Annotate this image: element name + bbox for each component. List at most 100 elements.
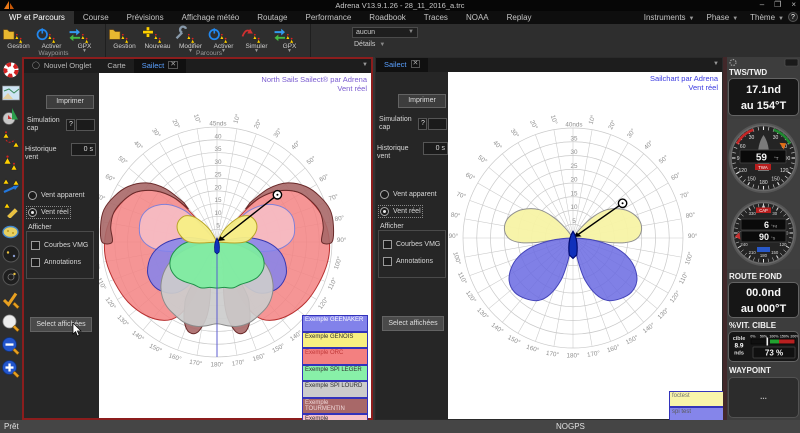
instruments-sidebar: TWS/TWD17.1ndau 154°T3030606090901201201…: [727, 57, 800, 420]
map-chart-icon[interactable]: [1, 83, 21, 103]
legend-item-exemple-geenaker[interactable]: Exemple GEENAKER: [302, 315, 368, 332]
svg-text:60°: 60°: [670, 170, 683, 182]
waypoint-red-arrow-icon[interactable]: [1, 129, 21, 149]
svg-text:180°: 180°: [566, 352, 580, 360]
legend-item-exemple-genois[interactable]: Exemple GENOIS: [302, 332, 368, 349]
radio-selected-icon: [28, 208, 37, 217]
menu-tab-course[interactable]: Course: [74, 11, 118, 24]
print-button[interactable]: Imprimer: [46, 95, 94, 109]
mouse-cursor: [72, 323, 82, 337]
checkbox-annotations[interactable]: Annotations: [31, 258, 81, 267]
tab-nouvel-onglet[interactable]: ◯Nouvel Onglet: [24, 59, 99, 73]
panel-menu-caret-icon[interactable]: ▼: [713, 61, 719, 67]
simulation-help[interactable]: ?: [66, 119, 75, 131]
menu-tab-pr-visions[interactable]: Prévisions: [118, 11, 173, 24]
svg-text:160°: 160°: [168, 351, 183, 363]
zoom-in-icon[interactable]: [1, 359, 21, 379]
left-sail-chart[interactable]: 51015202530354045nds10°10°20°20°30°30°40…: [99, 73, 371, 418]
minimize-button[interactable]: –: [760, 0, 764, 9]
svg-text:40: 40: [214, 133, 222, 140]
help-button[interactable]: ?: [788, 12, 798, 22]
legend-item-exemple-tourmentin[interactable]: Exemple TOURMENTIN: [302, 398, 368, 415]
select-displayed-button[interactable]: Select affichées: [30, 317, 92, 332]
simulation-cap-input[interactable]: [76, 119, 95, 131]
ribbon-button-waypoints-activer[interactable]: Activer: [35, 24, 68, 53]
adrena-window: Adrena V13.9.1.26 - 28_11_2016_a.trc – ❐…: [0, 0, 800, 433]
ribbon-button-waypoints-gpx[interactable]: GPX▼: [68, 24, 101, 53]
dark-dial-1-icon[interactable]: [1, 244, 21, 264]
compass-sail-icon[interactable]: [1, 106, 21, 126]
menu-instruments[interactable]: Instruments▼: [644, 13, 695, 22]
menu-tab-wp-et-parcours[interactable]: WP et Parcours: [0, 11, 74, 24]
waypoint-pen-icon[interactable]: [1, 198, 21, 218]
ribbon-button-parcours-gestion[interactable]: Gestion: [108, 24, 141, 53]
course-select[interactable]: aucun▼: [352, 27, 418, 38]
menu-tab-affichage-m-t-o[interactable]: Affichage météo: [173, 11, 249, 24]
svg-text:180°: 180°: [210, 361, 224, 369]
waypoint-pair-icon[interactable]: [1, 152, 21, 172]
svg-text:170°: 170°: [189, 358, 204, 368]
details-dropdown[interactable]: Détails▼: [354, 41, 385, 48]
display-groupbox: [26, 231, 94, 279]
tab-sailect[interactable]: Sailect✕: [376, 58, 428, 72]
ribbon-button-parcours-nouveau[interactable]: Nouveau: [141, 24, 174, 53]
svg-text:80°: 80°: [685, 210, 696, 219]
history-wind-input[interactable]: 0 s: [423, 142, 448, 155]
ribbon-button-parcours-simuler[interactable]: Simuler▼: [240, 24, 273, 53]
menu-tab-traces[interactable]: Traces: [415, 11, 457, 24]
checkbox-courbes-vmg[interactable]: Courbes VMG: [31, 241, 88, 250]
cap-value-1: 6: [764, 220, 769, 230]
ribbon-button-parcours-gpx[interactable]: GPX▼: [273, 24, 306, 53]
dark-dial-2-icon[interactable]: [1, 267, 21, 287]
waypoint-blue-arrow-icon[interactable]: [1, 175, 21, 195]
close-button[interactable]: ×: [791, 0, 796, 9]
tab-carte[interactable]: Carte: [99, 59, 133, 73]
ribbon-button-waypoints-gestion[interactable]: Gestion: [2, 24, 35, 53]
legend-item-exemple-spi-lourd[interactable]: Exemple SPI LOURD: [302, 381, 368, 398]
svg-text:35: 35: [214, 146, 222, 153]
menu-tab-routage[interactable]: Routage: [248, 11, 296, 24]
simulation-help[interactable]: ?: [418, 118, 427, 130]
lifebuoy-icon[interactable]: [1, 60, 21, 80]
radio-vent-reel[interactable]: Vent réel: [380, 207, 421, 216]
menu-th-me[interactable]: Thème▼: [750, 13, 784, 22]
svg-text:160°: 160°: [252, 351, 267, 363]
checkbox-courbes-vmg[interactable]: Courbes VMG: [383, 240, 440, 249]
svg-text:110°: 110°: [677, 270, 690, 285]
sponge-polar-icon[interactable]: [1, 221, 21, 241]
wrench-icon: [174, 25, 198, 44]
menu-tab-noaa[interactable]: NOAA: [457, 11, 498, 24]
chart-legend: foctestspi test: [669, 391, 729, 423]
legend-item-exemple-orc[interactable]: Exemple ORC: [302, 348, 368, 365]
simulation-cap-input[interactable]: [428, 118, 447, 130]
svg-text:45nds: 45nds: [209, 121, 226, 128]
right-sail-chart[interactable]: 510152025303540nds10°10°20°20°30°30°40°4…: [448, 72, 722, 419]
legend-item-foctest[interactable]: foctest: [669, 391, 729, 407]
print-button[interactable]: Imprimer: [398, 94, 446, 108]
close-tab-icon[interactable]: ✕: [411, 60, 421, 68]
panel-menu-caret-icon[interactable]: ▼: [362, 62, 368, 68]
radio-vent-apparent[interactable]: Vent apparent: [380, 190, 437, 199]
history-wind-input[interactable]: 0 s: [71, 143, 96, 156]
svg-text:°S: °S: [771, 236, 776, 241]
menu-tab-roadbook[interactable]: Roadbook: [360, 11, 414, 24]
tab-sailect[interactable]: Sailect✕: [134, 59, 186, 73]
checkbox-annotations[interactable]: Annotations: [383, 257, 433, 266]
maximize-button[interactable]: ❐: [774, 0, 781, 9]
legend-item-exemple-spi-leger[interactable]: Exemple SPI LEGER: [302, 365, 368, 382]
radio-vent-reel[interactable]: Vent réel: [28, 208, 69, 217]
menu-tab-replay[interactable]: Replay: [498, 11, 541, 24]
close-tab-icon[interactable]: ✕: [168, 61, 178, 69]
ribbon-button-parcours-activer[interactable]: Activer▼: [207, 24, 240, 53]
select-displayed-button[interactable]: Select affichées: [382, 316, 444, 331]
menu-tab-performance[interactable]: Performance: [297, 11, 361, 24]
svg-text:20°: 20°: [252, 118, 264, 131]
radio-selected-icon: [380, 207, 389, 216]
circle-zoom-icon[interactable]: [1, 313, 21, 333]
radio-vent-apparent[interactable]: Vent apparent: [28, 191, 85, 200]
ribbon-button-parcours-modifier[interactable]: Modifier▼: [174, 24, 207, 53]
titlebar: Adrena V13.9.1.26 - 28_11_2016_a.trc – ❐…: [0, 0, 800, 11]
zoom-out-icon[interactable]: [1, 336, 21, 356]
check-zoom-icon[interactable]: [1, 290, 21, 310]
menu-phase[interactable]: Phase▼: [707, 13, 739, 22]
